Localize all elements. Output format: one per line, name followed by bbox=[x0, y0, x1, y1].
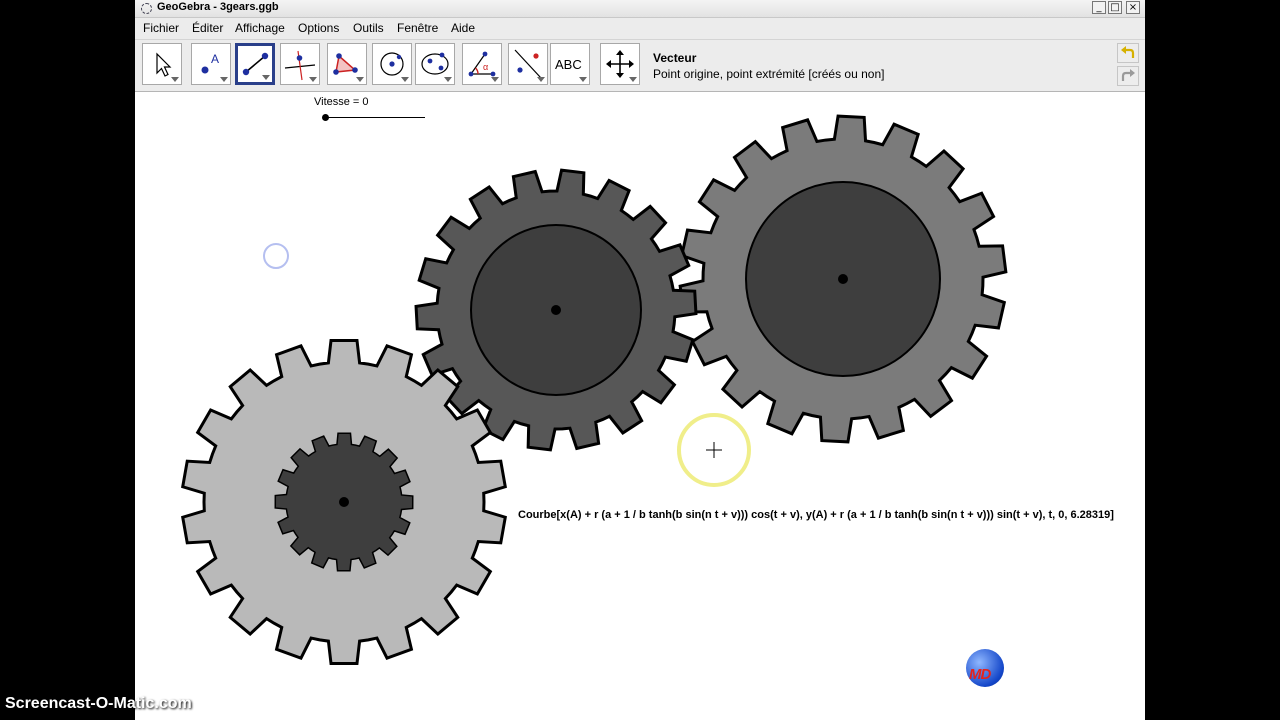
dropdown-indicator bbox=[171, 77, 179, 82]
active-tool-description: Point origine, point extrémité [créés ou… bbox=[653, 67, 885, 81]
dropdown-indicator bbox=[401, 77, 409, 82]
tool-ellipse[interactable] bbox=[415, 43, 455, 85]
svg-text:A: A bbox=[211, 52, 219, 66]
tool-new-point[interactable]: A bbox=[191, 43, 231, 85]
menu-outils[interactable]: Outils bbox=[353, 21, 384, 35]
svg-text:α: α bbox=[483, 62, 488, 72]
window-title: GeoGebra - 3gears.ggb bbox=[157, 1, 279, 13]
tool-perpendicular-line[interactable] bbox=[280, 43, 320, 85]
geogebra-window: GeoGebra - 3gears.ggb _ □ × Fichier Édit… bbox=[135, 0, 1145, 720]
menu-editer[interactable]: Éditer bbox=[192, 21, 223, 35]
toolbar: A α ABC Vecteur Point origine, point ext… bbox=[135, 40, 1145, 92]
redo-arrow-icon bbox=[1121, 69, 1135, 81]
maximize-button[interactable]: □ bbox=[1108, 1, 1122, 14]
menu-aide[interactable]: Aide bbox=[451, 21, 475, 35]
menu-bar: Fichier Éditer Affichage Options Outils … bbox=[135, 18, 1145, 40]
dropdown-indicator bbox=[262, 75, 270, 80]
dropdown-indicator bbox=[491, 77, 499, 82]
menu-affichage[interactable]: Affichage bbox=[235, 21, 285, 35]
dropdown-indicator bbox=[629, 77, 637, 82]
gear-middle-center bbox=[551, 305, 561, 315]
menu-fichier[interactable]: Fichier bbox=[143, 21, 179, 35]
active-tool-title: Vecteur bbox=[653, 51, 697, 65]
tool-reflect[interactable] bbox=[508, 43, 548, 85]
tool-text[interactable]: ABC bbox=[550, 43, 590, 85]
dropdown-indicator bbox=[537, 77, 545, 82]
undo-button[interactable] bbox=[1117, 43, 1139, 63]
dropdown-indicator bbox=[220, 77, 228, 82]
tool-angle[interactable]: α bbox=[462, 43, 502, 85]
md-logo-text: MD bbox=[969, 666, 991, 683]
menu-fenetre[interactable]: Fenêtre bbox=[397, 21, 438, 35]
geogebra-app-icon bbox=[141, 3, 152, 14]
dropdown-indicator bbox=[309, 77, 317, 82]
tool-move[interactable] bbox=[142, 43, 182, 85]
undo-arrow-icon bbox=[1121, 46, 1135, 58]
tool-move-graphics[interactable] bbox=[600, 43, 640, 85]
tool-vector[interactable] bbox=[235, 43, 275, 85]
gear-small-center bbox=[339, 497, 349, 507]
svg-text:ABC: ABC bbox=[555, 57, 582, 72]
title-bar: GeoGebra - 3gears.ggb _ □ × bbox=[135, 0, 1145, 18]
close-button[interactable]: × bbox=[1126, 1, 1140, 14]
dropdown-indicator bbox=[579, 77, 587, 82]
dropdown-indicator bbox=[444, 77, 452, 82]
menu-options[interactable]: Options bbox=[298, 21, 339, 35]
minimize-button[interactable]: _ bbox=[1092, 1, 1106, 14]
graphics-view[interactable]: Vitesse = 0 Courbe[x(A) + r (a + 1 / b t… bbox=[135, 92, 1145, 720]
tool-circle-center-point[interactable] bbox=[372, 43, 412, 85]
redo-button[interactable] bbox=[1117, 66, 1139, 86]
dropdown-indicator bbox=[356, 77, 364, 82]
screencast-watermark: Screencast-O-Matic.com bbox=[5, 695, 192, 712]
gear-large-center bbox=[838, 274, 848, 284]
tool-polygon[interactable] bbox=[327, 43, 367, 85]
curve-formula: Courbe[x(A) + r (a + 1 / b tanh(b sin(n … bbox=[518, 509, 1114, 521]
gears-drawing bbox=[181, 114, 1008, 665]
